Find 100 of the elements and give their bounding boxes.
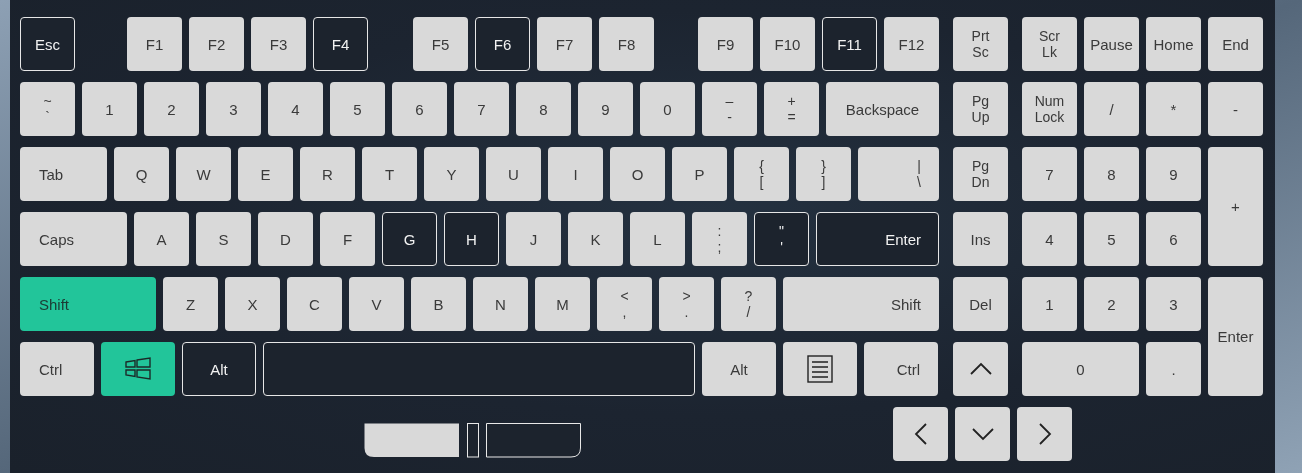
keyboard-key: C (287, 277, 342, 331)
keyboard-key: Num Lock (1022, 82, 1077, 136)
keyboard-key: 7 (1022, 147, 1077, 201)
keyboard-key: + (1208, 147, 1263, 266)
keyboard-key: Z (163, 277, 218, 331)
keyboard-key: A (134, 212, 189, 266)
keyboard-key: F5 (413, 17, 468, 71)
keyboard-key: Ins (953, 212, 1008, 266)
keyboard-key: 5 (330, 82, 385, 136)
keyboard-key: 8 (516, 82, 571, 136)
chevron-left-icon (913, 422, 928, 446)
keyboard-key: 1 (1022, 277, 1077, 331)
keyboard-key: 8 (1084, 147, 1139, 201)
keyboard-key: F (320, 212, 375, 266)
keyboard-key: S (196, 212, 251, 266)
keyboard-key: F10 (760, 17, 815, 71)
keyboard-key: F12 (884, 17, 939, 71)
keyboard-key: Q (114, 147, 169, 201)
keyboard-key: P (672, 147, 727, 201)
keyboard-key: 1 (82, 82, 137, 136)
menu-icon (806, 355, 834, 383)
keyboard-key: Scr Lk (1022, 17, 1077, 71)
keyboard-key: F1 (127, 17, 182, 71)
keyboard-key: F8 (599, 17, 654, 71)
keyboard-key: 9 (578, 82, 633, 136)
keyboard-key: R (300, 147, 355, 201)
keyboard-key: F4 (313, 17, 368, 71)
keyboard-key: Enter (816, 212, 939, 266)
keyboard-key: / (1084, 82, 1139, 136)
keyboard-key: 0 (640, 82, 695, 136)
keyboard-key: J (506, 212, 561, 266)
keyboard-key: F2 (189, 17, 244, 71)
keyboard-key: End (1208, 17, 1263, 71)
chevron-up-icon (968, 362, 993, 376)
keyboard-key: I (548, 147, 603, 201)
chevron-down-icon (970, 427, 995, 441)
keyboard-key: { [ (734, 147, 789, 201)
keyboard-key: Pg Dn (953, 147, 1008, 201)
keyboard-key: U (486, 147, 541, 201)
keyboard-key: ~ ` (20, 82, 75, 136)
keyboard-key: F7 (537, 17, 592, 71)
keyboard-key: Home (1146, 17, 1201, 71)
keyboard-key: " ' (754, 212, 809, 266)
keyboard-key: F6 (475, 17, 530, 71)
keyboard-key: O (610, 147, 665, 201)
keyboard-key: 3 (206, 82, 261, 136)
keyboard-key: Caps (20, 212, 127, 266)
keyboard-key: 2 (1084, 277, 1139, 331)
keyboard-key: 3 (1146, 277, 1201, 331)
keyboard-key: Enter (1208, 277, 1263, 396)
keyboard-key: : ; (692, 212, 747, 266)
keyboard-key: 5 (1084, 212, 1139, 266)
keyboard-key: M (535, 277, 590, 331)
keyboard-key: 9 (1146, 147, 1201, 201)
keyboard-key: } ] (796, 147, 851, 201)
keyboard-key: G (382, 212, 437, 266)
keyboard-key: Shift (20, 277, 156, 331)
keyboard-key: 4 (268, 82, 323, 136)
keyboard-key: F3 (251, 17, 306, 71)
chevron-right-icon (1037, 422, 1052, 446)
keyboard-key: Tab (20, 147, 107, 201)
keyboard-key: 7 (454, 82, 509, 136)
keyboard-key: Del (953, 277, 1008, 331)
keyboard-key: F9 (698, 17, 753, 71)
keyboard-key: * (1146, 82, 1201, 136)
keyboard-key: V (349, 277, 404, 331)
keyboard-key: N (473, 277, 528, 331)
keyboard-key: Alt (702, 342, 776, 396)
keyboard-key: Ctrl (20, 342, 94, 396)
keyboard-key: F11 (822, 17, 877, 71)
keyboard-key: . (1146, 342, 1201, 396)
keyboard-key: T (362, 147, 417, 201)
keyboard-key: 4 (1022, 212, 1077, 266)
keyboard-key: Pause (1084, 17, 1139, 71)
keyboard-key: Alt (182, 342, 256, 396)
keyboard-key: K (568, 212, 623, 266)
keyboard-key: Pg Up (953, 82, 1008, 136)
keyboard-key: B (411, 277, 466, 331)
keyboard-key: Esc (20, 17, 75, 71)
keyboard-key: 6 (1146, 212, 1201, 266)
keyboard-key: - (1208, 82, 1263, 136)
keyboard-key: Ctrl (864, 342, 938, 396)
keyboard-key: Shift (783, 277, 939, 331)
keyboard-key: 2 (144, 82, 199, 136)
keyboard-key: ? / (721, 277, 776, 331)
keyboard-key: | \ (858, 147, 939, 201)
keyboard-key: Prt Sc (953, 17, 1008, 71)
keyboard-key: W (176, 147, 231, 201)
keyboard-key: L (630, 212, 685, 266)
keyboard-key: 6 (392, 82, 447, 136)
keyboard-key: + = (764, 82, 819, 136)
keyboard-key: E (238, 147, 293, 201)
keyboard-key: 0 (1022, 342, 1139, 396)
keyboard-key: D (258, 212, 313, 266)
windows-icon (124, 355, 152, 383)
keyboard-key: – - (702, 82, 757, 136)
keyboard-key: > . (659, 277, 714, 331)
keyboard-key: < , (597, 277, 652, 331)
keyboard-key: X (225, 277, 280, 331)
keyboard-key: Backspace (826, 82, 939, 136)
